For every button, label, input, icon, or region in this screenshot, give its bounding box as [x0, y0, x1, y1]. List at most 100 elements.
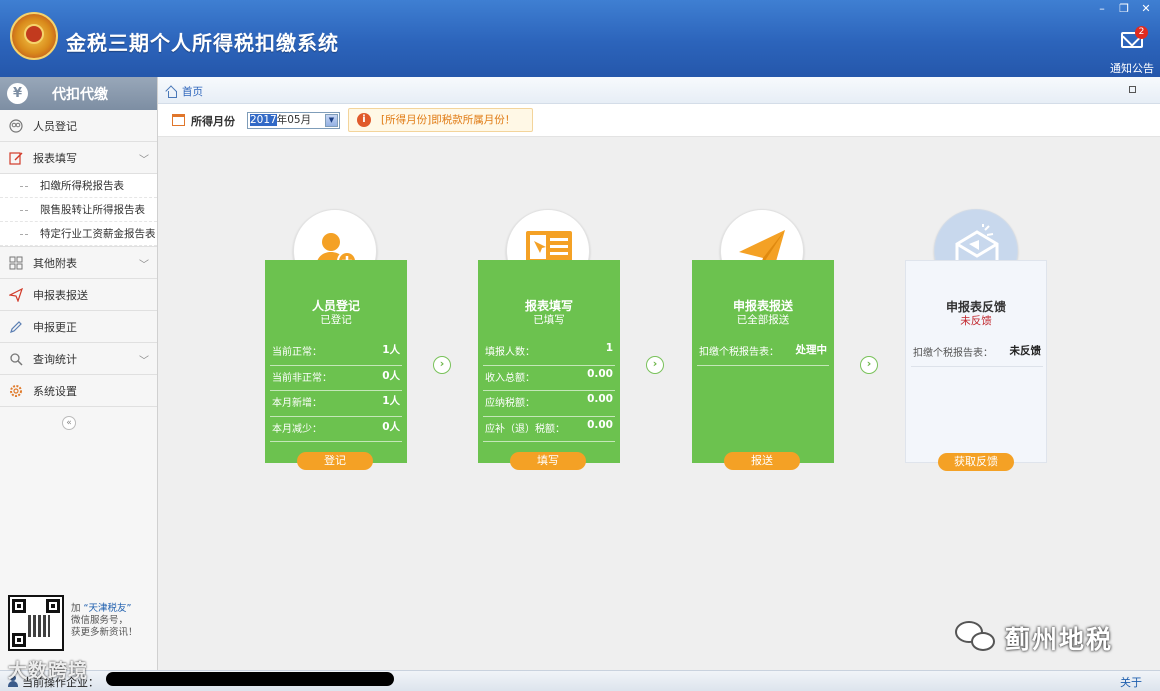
submenu-item-withholding-report[interactable]: 扣缴所得税报告表: [0, 174, 157, 198]
person-icon: [9, 118, 23, 133]
month-select[interactable]: 2017年05月 ▼: [247, 112, 340, 129]
sidebar-item-system-settings[interactable]: 系统设置: [0, 375, 157, 407]
card-row: 当前非正常： 0人: [270, 366, 402, 391]
sidebar-item-person-register[interactable]: 人员登记: [0, 110, 157, 142]
qr-line3: 获更多新资讯！: [71, 627, 138, 638]
national-emblem-logo: [10, 12, 58, 60]
submenu-item-restricted-stock-report[interactable]: 限售股转让所得报告表: [0, 198, 157, 222]
month-label: 所得月份: [191, 115, 235, 128]
row-key: 本月减少：: [272, 423, 322, 435]
flow-arrow-icon[interactable]: ›: [433, 356, 451, 374]
breadcrumb[interactable]: 首页: [166, 84, 203, 99]
collapse-sidebar-button[interactable]: «: [62, 416, 76, 430]
row-value: 0人: [382, 369, 400, 382]
filter-bar: 所得月份 2017年05月 ▼ i [所得月份]即税款所属月份！: [158, 104, 1160, 137]
card-row: 应纳税额： 0.00: [483, 391, 615, 417]
sidebar-heading-label: 代扣代缴: [52, 86, 108, 103]
gear-icon: [9, 384, 23, 398]
card-person-register: 人员登记 已登记 当前正常： 1人 当前非正常： 0人 本月新增： 1人 本月减少： 0…: [265, 260, 407, 470]
sidebar-item-form-fill[interactable]: 报表填写 ﹀: [0, 142, 157, 174]
chevron-down-icon: ﹀: [139, 356, 149, 367]
qr-line1-highlight: “天津税友”: [83, 603, 132, 614]
sidebar-heading: ¥ 代扣代缴: [0, 77, 157, 110]
month-select-month: 年05月: [276, 114, 312, 126]
row-key: 当前非正常：: [272, 372, 332, 384]
about-link[interactable]: 关于: [1120, 674, 1142, 690]
row-key: 扣缴个税报告表：: [699, 347, 779, 358]
card-row: 当前正常： 1人: [270, 340, 402, 366]
row-value: 未反馈: [1009, 345, 1042, 357]
restore-icon[interactable]: ❐: [1118, 2, 1130, 15]
sidebar-item-other-schedules[interactable]: 其他附表 ﹀: [0, 247, 157, 279]
card-form-fill: 报表填写 已填写 填报人数： 1 收入总额： 0.00 应纳税额： 0.00 应补（退…: [478, 260, 620, 470]
card-row: 收入总额： 0.00: [483, 366, 615, 391]
chevron-down-icon: ﹀: [139, 155, 149, 166]
form-edit-icon: [9, 151, 23, 165]
sidebar-item-query-stats[interactable]: 查询统计 ﹀: [0, 343, 157, 375]
submit-button[interactable]: 报送: [724, 452, 800, 470]
row-key: 当前正常：: [272, 347, 322, 358]
register-button[interactable]: 登记: [297, 452, 373, 470]
qr-line1-prefix: 加: [71, 603, 81, 614]
pencil-icon: [9, 320, 23, 334]
wechat-icon: [955, 621, 997, 655]
chevron-down-icon: ﹀: [139, 260, 149, 271]
qr-code: [8, 595, 64, 651]
envelope-icon: 2: [1121, 26, 1148, 48]
card-row: 扣缴个税报告表： 未反馈: [911, 341, 1043, 367]
notice-label: 通知公告: [1110, 62, 1154, 75]
flow-arrow-icon[interactable]: ›: [646, 356, 664, 374]
row-value: 1人: [382, 395, 400, 407]
sidebar-item-label: 人员登记: [33, 119, 77, 133]
row-value: 0.00: [587, 367, 613, 380]
row-value: 0.00: [587, 393, 613, 405]
row-value: 处理中: [795, 344, 828, 356]
fill-button[interactable]: 填写: [510, 452, 586, 470]
card-status: 已全部报送: [736, 314, 790, 326]
notice-button[interactable]: 2 通知公告: [1110, 26, 1154, 76]
card-row: 应补（退）税额： 0.00: [483, 417, 615, 442]
sidebar-item-label: 查询统计: [33, 352, 77, 366]
row-value: 1人: [382, 344, 400, 356]
qr-caption: 加 “天津税友” 微信服务号， 获更多新资讯！: [71, 603, 138, 639]
title-bar: 金税三期个人所得税扣缴系统 – ❐ ✕ 2 通知公告: [0, 0, 1160, 77]
card-row: 填报人数： 1: [483, 340, 615, 366]
notice-count-badge: 2: [1135, 26, 1148, 39]
redacted-company-name: [106, 672, 394, 686]
qr-line2: 微信服务号，: [71, 615, 129, 626]
row-key: 应纳税额：: [485, 398, 535, 409]
card-status: 未反馈: [960, 315, 992, 327]
row-key: 应补（退）税额：: [485, 423, 565, 435]
maximize-panel-icon[interactable]: [1129, 86, 1136, 93]
watermark-right-text: 蓟州地税: [1005, 625, 1114, 654]
send-icon: [9, 287, 23, 302]
row-key: 本月新增：: [272, 398, 322, 409]
card-status: 已填写: [533, 314, 565, 326]
row-key: 扣缴个税报告表：: [913, 348, 993, 359]
submenu-item-special-industry-report[interactable]: 特定行业工资薪金报告表: [0, 222, 157, 246]
breadcrumb-bar: 首页: [158, 77, 1160, 104]
sidebar-item-report-submit[interactable]: 申报表报送: [0, 279, 157, 311]
flow-arrow-icon[interactable]: ›: [860, 356, 878, 374]
sidebar: ¥ 代扣代缴 人员登记 报表填写 ﹀ 扣缴所得税报告表 限售股转让所得报告表 特…: [0, 77, 158, 674]
sidebar-item-report-correction[interactable]: 申报更正: [0, 311, 157, 343]
app-window: { "header": {"title": "金税三期个人所得税扣缴系统", "…: [0, 0, 1160, 691]
month-select-year: 2017: [250, 114, 277, 126]
row-value: 0.00: [587, 418, 613, 431]
breadcrumb-home: 首页: [182, 86, 203, 98]
minimize-icon[interactable]: –: [1096, 2, 1108, 15]
app-title: 金税三期个人所得税扣缴系统: [66, 31, 339, 55]
home-icon: [166, 87, 177, 98]
close-icon[interactable]: ✕: [1140, 2, 1152, 15]
calendar-icon: [172, 114, 185, 126]
row-key: 收入总额：: [485, 372, 535, 384]
get-feedback-button[interactable]: 获取反馈: [938, 453, 1014, 471]
card-feedback: 申报表反馈 未反馈 扣缴个税报告表： 未反馈 获取反馈: [905, 260, 1047, 471]
card-status: 已登记: [320, 314, 352, 326]
watermark-right: 蓟州地税: [955, 620, 1113, 656]
qr-promo: 加 “天津税友” 微信服务号， 获更多新资讯！: [8, 595, 153, 655]
dropdown-arrow-icon[interactable]: ▼: [325, 114, 338, 127]
grid-icon: [9, 256, 23, 270]
row-key: 填报人数：: [485, 347, 535, 358]
month-tip-text: [所得月份]即税款所属月份！: [381, 114, 516, 126]
